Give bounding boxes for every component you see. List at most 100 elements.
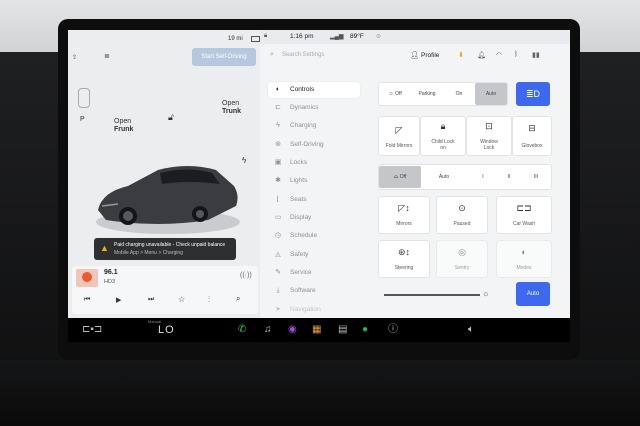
search-icon: ⌕ xyxy=(270,51,274,58)
car-sidebar-icon[interactable]: ⇪ xyxy=(72,54,77,61)
trunk-label-2: Trunk xyxy=(222,108,242,115)
media-player: 96.1 HD3 ((·)) ⏮ ▶ ⏭ ☆ ⫶ ⌕ xyxy=(72,266,258,314)
car-wash-label: Car Wash xyxy=(512,221,536,227)
car-wash-button[interactable]: ⊏⊐ Car Wash xyxy=(496,196,552,234)
glovebox-icon: ⊟ xyxy=(528,123,536,133)
camera-icon: ⊙ xyxy=(458,203,466,213)
spotify-icon[interactable]: ● xyxy=(362,324,368,336)
sentry-label: Sentry xyxy=(454,265,470,271)
mirror-icon: ◸ xyxy=(395,125,403,135)
bottom-bar: ⊏▪⊐ Manual LO ✆ ♫ ◉ ▦ ▤ ● ⓘ 🔈︎ xyxy=(68,318,570,342)
settings-pane: 🔒︎ 1:16 pm ▂▄▆ 89°F ⊘ ⌕ Search Settings … xyxy=(260,30,570,318)
arcade-icon[interactable]: ▦ xyxy=(312,324,321,336)
sentry-button[interactable]: ◎ Sentry xyxy=(436,240,488,278)
next-track-icon[interactable]: ⏭ xyxy=(148,296,154,304)
menu-label: Controls xyxy=(290,86,315,93)
equalizer-icon[interactable]: ⫶ xyxy=(208,295,210,305)
high-beam-button[interactable]: ≣D xyxy=(516,82,550,106)
open-frunk-button[interactable]: Open Frunk xyxy=(114,118,133,134)
child-lock-status: on xyxy=(440,145,446,151)
menu-charging[interactable]: ϟ Charging xyxy=(268,118,360,134)
music-icon[interactable]: ♫ xyxy=(264,324,272,336)
menu-schedule[interactable]: ◷ Schedule xyxy=(268,228,360,244)
menu-seats[interactable]: ⌊ Seats xyxy=(268,192,360,208)
steering-adjust-button[interactable]: ⊛↕ Steering xyxy=(378,240,430,278)
search-input[interactable]: Search Settings xyxy=(282,52,324,58)
headlights-off-option[interactable]: ☼ Off xyxy=(379,83,411,105)
start-self-driving-button[interactable]: Start Self-Driving xyxy=(192,48,256,66)
profile-label[interactable]: Profile xyxy=(421,52,439,59)
volume-icon[interactable]: 🔈︎ xyxy=(468,324,474,336)
charging-alert[interactable]: ▲ Paid charging unavailable - Check unpa… xyxy=(94,238,236,260)
play-icon[interactable]: ▶ xyxy=(116,296,121,304)
bell-icon[interactable]: 🔔︎ xyxy=(477,51,486,59)
headlights-off-label: Off xyxy=(395,91,402,97)
menu-label: Lights xyxy=(290,177,308,184)
mirror-adjust-icon: ◸↕ xyxy=(398,203,410,213)
wipers-speed-1-option[interactable]: I xyxy=(471,166,495,188)
menu-navigation[interactable]: ➤ Navigation xyxy=(268,302,360,318)
download-icon[interactable]: ⬇ xyxy=(458,51,464,59)
settings-header: ⌕ Search Settings 👤︎ Profile ⬇ 🔔︎ ◠ ᛒ ▮▮ xyxy=(260,44,570,66)
previous-track-icon[interactable]: ⏮ xyxy=(84,296,90,304)
wipers-speed-3-option[interactable]: III xyxy=(523,166,549,188)
menu-dynamics[interactable]: ⊏ Dynamics xyxy=(268,100,360,116)
station-band: HD3 xyxy=(104,279,116,285)
bluetooth-icon[interactable]: ᛒ xyxy=(514,51,518,58)
settings-menu: ◐ Controls ⊏ Dynamics ϟ Charging ⊛ Self-Driv… xyxy=(260,82,364,318)
unlock-icon[interactable]: 🔓︎ xyxy=(168,112,174,123)
headlights-auto-option[interactable]: Auto xyxy=(475,83,507,105)
wiper-selector: ⌓ Off Auto I II III xyxy=(378,164,552,190)
battery-icon xyxy=(251,36,260,42)
info-icon[interactable]: ⓘ xyxy=(388,324,398,336)
modes-icon: ◐ xyxy=(521,247,527,257)
open-trunk-button[interactable]: Open Trunk xyxy=(222,100,241,116)
touchscreen: ⇪ ≣ P 19 mi Start Self-Driving Open Frun… xyxy=(68,30,570,342)
gear-indicator: P xyxy=(80,116,85,123)
child-lock-button[interactable]: 🔒︎ Child Lock on xyxy=(420,116,466,156)
modes-button[interactable]: ◐ Modes xyxy=(496,240,552,278)
lock-status-icon[interactable]: 🔒︎ xyxy=(264,33,267,40)
fold-mirrors-button[interactable]: ◸ Fold Mirrors xyxy=(378,116,420,156)
brightness-slider[interactable] xyxy=(384,294,480,296)
menu-software[interactable]: ⤓ Software xyxy=(268,283,360,299)
child-lock-icon: 🔒︎ xyxy=(440,121,446,131)
menu-lights[interactable]: ✱ Lights xyxy=(268,173,360,189)
favorite-icon[interactable]: ☆ xyxy=(178,295,185,304)
wipers-auto-option[interactable]: Auto xyxy=(429,166,459,188)
modes-label: Modes xyxy=(516,265,532,271)
outside-temperature: 89°F xyxy=(350,33,364,40)
menu-display[interactable]: ▭ Display xyxy=(268,210,360,226)
wipers-speed-2-option[interactable]: II xyxy=(497,166,521,188)
trunk-label-1: Open xyxy=(222,100,240,107)
media-search-icon[interactable]: ⌕ xyxy=(236,294,240,304)
climate-temperature[interactable]: LO xyxy=(158,324,175,336)
brightness-auto-button[interactable]: Auto xyxy=(516,282,550,306)
menu-locks[interactable]: ▣ Locks xyxy=(268,155,360,171)
menu-service[interactable]: ✎ Service xyxy=(268,265,360,281)
camera-app-icon[interactable]: ◉ xyxy=(288,324,297,336)
alert-title: Paid charging unavailable - Check unpaid… xyxy=(114,242,226,248)
wifi-icon[interactable]: ◠ xyxy=(496,51,502,59)
car-icon[interactable]: ⊏▪⊐ xyxy=(82,324,102,336)
phone-icon[interactable]: ✆ xyxy=(238,324,246,336)
wiper-icon: ⌓ xyxy=(393,174,399,180)
dashcam-button[interactable]: ⊙ Paused xyxy=(436,196,488,234)
menu-controls[interactable]: ◐ Controls xyxy=(268,82,360,98)
mirrors-adjust-button[interactable]: ◸↕ Mirrors xyxy=(378,196,430,234)
calendar-icon[interactable]: ▤ xyxy=(338,324,347,336)
menu-label: Self-Driving xyxy=(290,141,324,148)
headlights-on-option[interactable]: On xyxy=(443,83,475,105)
wipers-off-option[interactable]: ⌓ Off xyxy=(379,166,421,188)
radio-signal-icon[interactable]: ((·)) xyxy=(240,272,252,279)
glovebox-button[interactable]: ⊟ Glovebox xyxy=(512,116,552,156)
menu-self-driving[interactable]: ⊛ Self-Driving xyxy=(268,137,360,153)
window-lock-button[interactable]: ⊡ Window Lock xyxy=(466,116,512,156)
headlights-parking-option[interactable]: Parking xyxy=(411,83,443,105)
gear-selector[interactable] xyxy=(78,88,90,108)
menu-safety[interactable]: ◬ Safety xyxy=(268,247,360,263)
toggle-icon: ◐ xyxy=(275,86,281,93)
menu-label: Navigation xyxy=(290,306,321,313)
profile-icon[interactable]: 👤︎ xyxy=(410,51,419,59)
high-beam-icon: ≣D xyxy=(525,89,541,99)
